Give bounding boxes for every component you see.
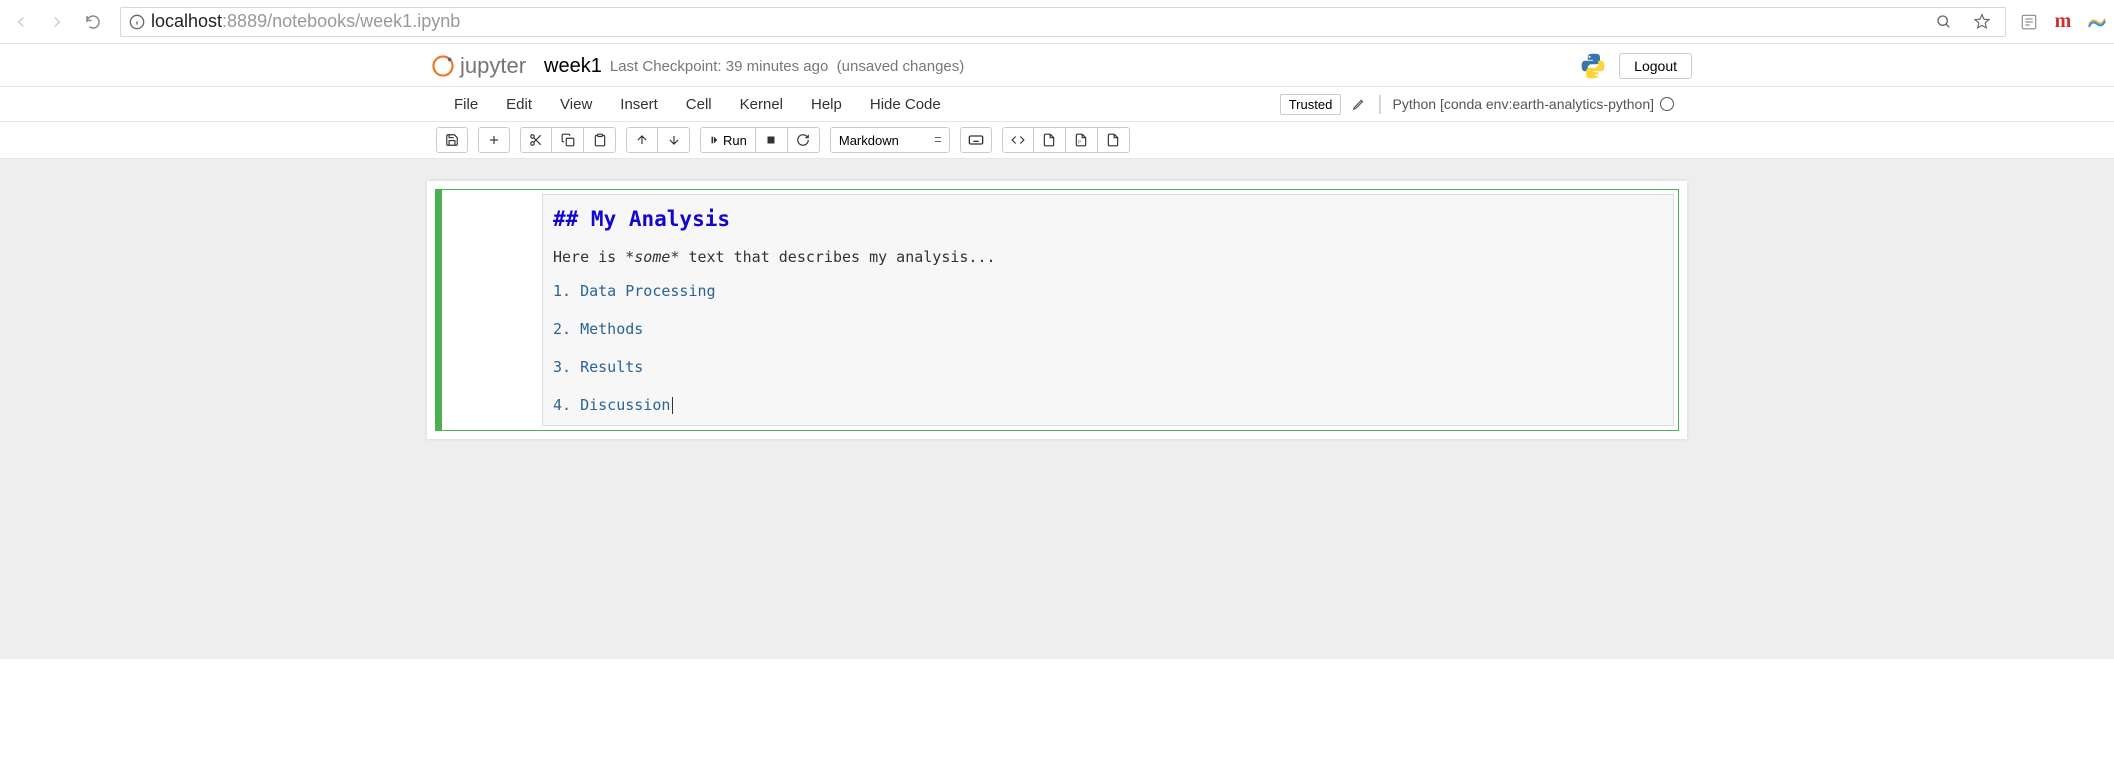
paste-button[interactable]: [584, 127, 616, 153]
markdown-cell-editing[interactable]: ## My Analysis Here is *some* text that …: [435, 189, 1679, 431]
pdf-button[interactable]: P: [1066, 127, 1098, 153]
md-heading-line: ## My Analysis: [553, 203, 1663, 237]
clipboard-icon: [593, 133, 607, 147]
move-up-button[interactable]: [626, 127, 658, 153]
markdown-editor[interactable]: ## My Analysis Here is *some* text that …: [542, 194, 1674, 426]
browser-chrome: localhost:8889/notebooks/week1.ipynb m: [0, 0, 2114, 44]
arrow-down-icon: [667, 133, 681, 147]
url-text: localhost:8889/notebooks/week1.ipynb: [151, 11, 460, 32]
md-list-line: 4. Discussion: [553, 393, 1663, 417]
save-icon: [445, 133, 459, 147]
menu-hide-code[interactable]: Hide Code: [856, 92, 955, 117]
reader-icon[interactable]: [2018, 11, 2040, 33]
insert-cell-button[interactable]: [478, 127, 510, 153]
menu-edit[interactable]: Edit: [492, 92, 546, 117]
command-palette-button[interactable]: [960, 127, 992, 153]
plus-icon: [487, 133, 501, 147]
md-list-line: 3. Results: [553, 355, 1663, 379]
extension-m-icon[interactable]: m: [2052, 11, 2074, 33]
file-blank-icon: [1106, 133, 1120, 147]
cut-button[interactable]: [520, 127, 552, 153]
address-bar[interactable]: localhost:8889/notebooks/week1.ipynb: [120, 7, 2006, 37]
divider: |: [1377, 93, 1382, 116]
keyboard-icon: [968, 134, 984, 146]
md-list-line: 1. Data Processing: [553, 279, 1663, 303]
python-icon: [1579, 52, 1607, 80]
notebook-name[interactable]: week1: [544, 55, 602, 78]
notebook-header: jupyter week1 Last Checkpoint: 39 minute…: [0, 44, 2114, 87]
cell-type-select[interactable]: Markdown: [830, 127, 950, 153]
code-toggle-button[interactable]: [1002, 127, 1034, 153]
trusted-button[interactable]: Trusted: [1280, 94, 1342, 115]
back-button[interactable]: [6, 7, 36, 37]
file-icon: [1042, 133, 1056, 147]
extension-wave-icon[interactable]: [2086, 11, 2108, 33]
restart-icon: [796, 133, 810, 147]
run-button[interactable]: Run: [700, 127, 756, 153]
new-file-button[interactable]: [1098, 127, 1130, 153]
arrow-up-icon: [635, 133, 649, 147]
menu-help[interactable]: Help: [797, 92, 856, 117]
stop-icon: [765, 134, 777, 146]
menu-insert[interactable]: Insert: [606, 92, 672, 117]
zoom-icon[interactable]: [1929, 7, 1959, 37]
reload-button[interactable]: [78, 7, 108, 37]
pdf-icon: P: [1074, 133, 1088, 147]
copy-button[interactable]: [552, 127, 584, 153]
svg-text:P: P: [1078, 140, 1081, 145]
notebook-container: ## My Analysis Here is *some* text that …: [427, 181, 1687, 439]
menu-file[interactable]: File: [440, 92, 492, 117]
jupyter-logo[interactable]: jupyter: [432, 53, 526, 79]
jupyter-logo-icon: [432, 55, 454, 77]
logout-button[interactable]: Logout: [1619, 53, 1692, 79]
pencil-icon[interactable]: [1351, 97, 1367, 111]
restart-button[interactable]: [788, 127, 820, 153]
text-cursor: [672, 397, 673, 414]
menu-kernel[interactable]: Kernel: [726, 92, 797, 117]
md-list-line: 2. Methods: [553, 317, 1663, 341]
move-down-button[interactable]: [658, 127, 690, 153]
forward-button[interactable]: [42, 7, 72, 37]
toolbar: Run Markdown P: [0, 122, 2114, 159]
stop-button[interactable]: [756, 127, 788, 153]
menu-cell[interactable]: Cell: [672, 92, 726, 117]
bookmark-icon[interactable]: [1967, 7, 1997, 37]
menubar: File Edit View Insert Cell Kernel Help H…: [0, 87, 2114, 122]
kernel-indicator-icon: [1660, 97, 1674, 111]
copy-icon: [561, 133, 575, 147]
scissors-icon: [529, 133, 543, 147]
notebook-scroll-area[interactable]: ## My Analysis Here is *some* text that …: [0, 159, 2114, 659]
checkpoint-text: Last Checkpoint: 39 minutes ago (unsaved…: [610, 58, 964, 75]
save-button[interactable]: [436, 127, 468, 153]
md-text-line: Here is *some* text that describes my an…: [553, 245, 1663, 269]
code-icon: [1011, 133, 1025, 147]
cell-prompt-area: [442, 190, 538, 430]
kernel-name[interactable]: Python [conda env:earth-analytics-python…: [1393, 96, 1655, 112]
prompt-toggle-button[interactable]: [1034, 127, 1066, 153]
info-icon: [129, 14, 145, 30]
menu-view[interactable]: View: [546, 92, 606, 117]
play-icon: [709, 135, 719, 145]
